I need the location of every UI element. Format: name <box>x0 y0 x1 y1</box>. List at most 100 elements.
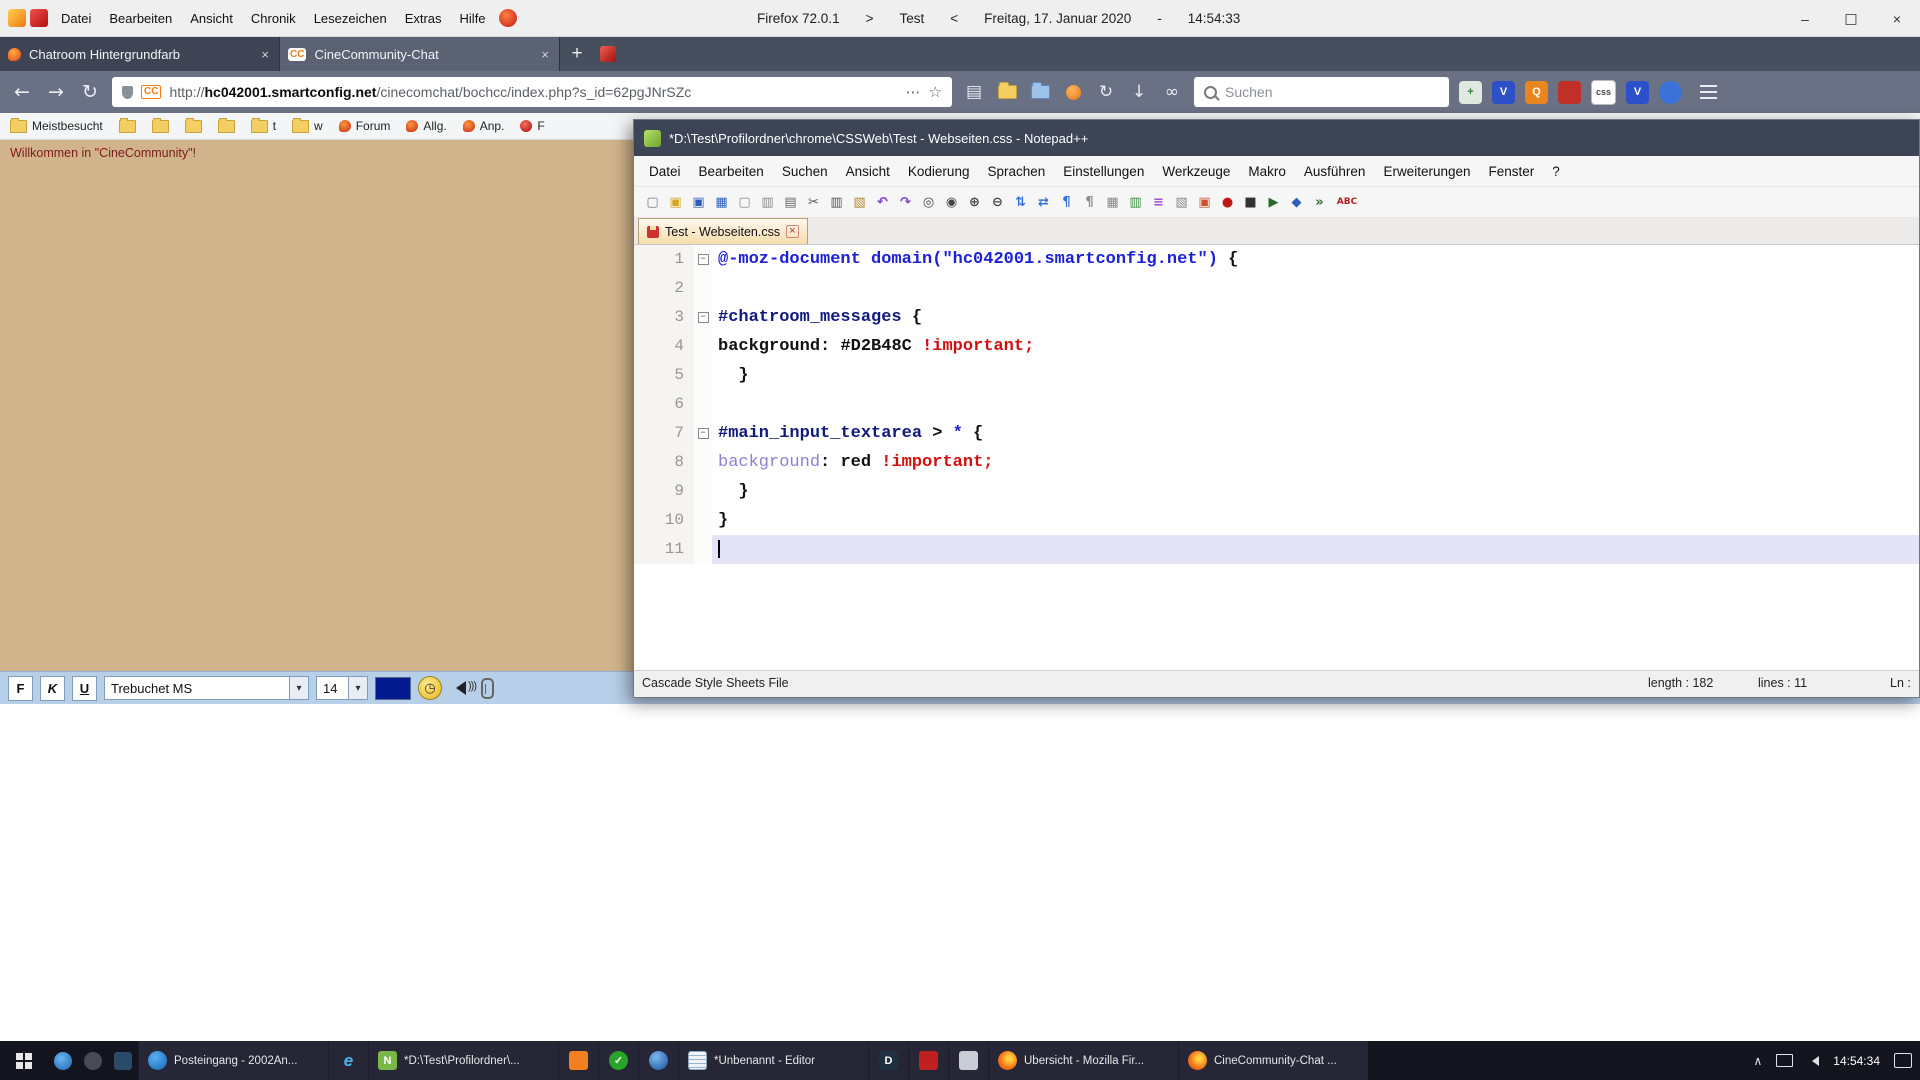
sync-icon[interactable]: ↻ <box>1094 80 1118 104</box>
tracking-protection-icon[interactable] <box>122 86 133 99</box>
orange-circle-icon[interactable] <box>1061 80 1085 104</box>
folder-icon[interactable] <box>995 80 1019 104</box>
quick-launch-browser-icon[interactable] <box>48 1041 78 1080</box>
start-button[interactable] <box>0 1041 48 1080</box>
url-text[interactable]: http://hc042001.smartconfig.net/cinecomc… <box>169 84 897 100</box>
menubar-item[interactable]: Datei <box>52 7 100 30</box>
redo-icon[interactable]: ↷ <box>895 192 916 213</box>
doc-map-icon[interactable]: ▥ <box>1125 192 1146 213</box>
save-icon[interactable]: ▣ <box>688 192 709 213</box>
bookmark-item[interactable] <box>218 120 235 133</box>
reload-button[interactable]: ↻ <box>78 81 102 103</box>
folder-blue-icon[interactable] <box>1028 80 1052 104</box>
back-button[interactable]: ← <box>10 81 34 103</box>
show-symbols-icon[interactable]: ¶ <box>1079 192 1100 213</box>
taskbar-button[interactable] <box>908 1041 948 1080</box>
sound-icon[interactable] <box>449 681 466 695</box>
stop-macro-icon[interactable]: ■ <box>1240 192 1261 213</box>
fold-toggle-icon[interactable]: − <box>698 428 709 439</box>
tab-close-icon[interactable]: × <box>259 47 271 62</box>
bookmark-item[interactable]: Allg. <box>406 119 446 133</box>
code-line[interactable]: 6 <box>634 390 1919 419</box>
notepadpp-menu-item[interactable]: Sprachen <box>978 160 1054 183</box>
new-tab-button[interactable]: + <box>560 37 594 71</box>
sync-horizontal-icon[interactable]: ⇄ <box>1033 192 1054 213</box>
ext-green-icon[interactable]: + <box>1459 81 1482 104</box>
display-icon[interactable] <box>1776 1054 1793 1067</box>
tab-close-icon[interactable]: × <box>786 225 798 238</box>
replace-icon[interactable]: ◉ <box>941 192 962 213</box>
menubar-item[interactable]: Bearbeiten <box>100 7 181 30</box>
spell-check-icon[interactable]: ABC <box>1332 192 1362 213</box>
editor-tab[interactable]: Test - Webseiten.css × <box>638 218 808 244</box>
close-button[interactable]: × <box>1874 0 1920 37</box>
notepadpp-menu-item[interactable]: Bearbeiten <box>690 160 773 183</box>
code-line[interactable]: 5 } <box>634 361 1919 390</box>
notepadpp-menu-item[interactable]: Makro <box>1239 160 1295 183</box>
notepadpp-menu-item[interactable]: Kodierung <box>899 160 979 183</box>
search-bar[interactable]: Suchen <box>1194 77 1449 107</box>
clock-icon[interactable]: ◷ <box>418 676 442 700</box>
taskbar-button[interactable]: N*D:\Test\Profilordner\... <box>368 1041 558 1080</box>
taskbar-button[interactable]: Posteingang - 2002An... <box>138 1041 328 1080</box>
bookmark-item[interactable] <box>119 120 136 133</box>
close-file-icon[interactable]: ▢ <box>734 192 755 213</box>
menubar-item[interactable]: Ansicht <box>181 7 242 30</box>
infinity-icon[interactable]: ∞ <box>1160 80 1184 104</box>
monitoring-icon[interactable]: ▣ <box>1194 192 1215 213</box>
tabbar-extension-icon[interactable] <box>600 46 616 62</box>
code-line[interactable]: 4background: #D2B48C !important; <box>634 332 1919 361</box>
bookmark-item[interactable] <box>152 120 169 133</box>
bookmark-item[interactable]: w <box>292 119 323 133</box>
tray-chevron-icon[interactable]: ∧ <box>1753 1054 1762 1068</box>
open-file-icon[interactable]: ▣ <box>665 192 686 213</box>
menubar-item[interactable]: Chronik <box>242 7 305 30</box>
code-line[interactable]: 9 } <box>634 477 1919 506</box>
browser-tab[interactable]: CCCineCommunity-Chat× <box>280 37 560 71</box>
taskbar-button[interactable] <box>558 1041 598 1080</box>
menu-icon[interactable] <box>1700 91 1717 93</box>
quick-launch-app-icon[interactable] <box>78 1041 108 1080</box>
paste-icon[interactable]: ▧ <box>849 192 870 213</box>
sidebar-icon[interactable]: ▤ <box>962 80 986 104</box>
firefox-page-icon[interactable] <box>8 9 26 27</box>
code-line[interactable]: 10} <box>634 506 1919 535</box>
find-icon[interactable]: ◎ <box>918 192 939 213</box>
code-line[interactable]: 11 <box>634 535 1919 564</box>
fold-toggle-icon[interactable]: − <box>698 312 709 323</box>
browser-tab[interactable]: Chatroom Hintergrundfarb× <box>0 37 280 71</box>
extension-button-icon[interactable] <box>30 9 48 27</box>
cut-icon[interactable]: ✂ <box>803 192 824 213</box>
copy-icon[interactable]: ▥ <box>826 192 847 213</box>
code-line[interactable]: 7−#main_input_textarea > * { <box>634 419 1919 448</box>
page-actions-icon[interactable]: ⋯ <box>906 83 921 101</box>
taskbar-button[interactable] <box>638 1041 678 1080</box>
url-bar[interactable]: CC http://hc042001.smartconfig.net/cinec… <box>112 77 952 107</box>
taskbar-button[interactable]: D <box>868 1041 908 1080</box>
tray-clock[interactable]: 14:54:34 <box>1833 1054 1880 1068</box>
maximize-button[interactable]: □ <box>1828 0 1874 37</box>
bookmark-item[interactable]: Forum <box>339 119 391 133</box>
record-macro-icon[interactable]: ● <box>1217 192 1238 213</box>
forward-button[interactable]: → <box>44 81 68 103</box>
sync-vertical-icon[interactable]: ⇅ <box>1010 192 1031 213</box>
function-list-icon[interactable]: ≡ <box>1148 192 1169 213</box>
notepadpp-titlebar[interactable]: *D:\Test\Profilordner\chrome\CSSWeb\Test… <box>634 120 1919 156</box>
minimize-button[interactable]: – <box>1782 0 1828 37</box>
volume-icon[interactable] <box>1807 1056 1819 1066</box>
bookmark-item[interactable]: t <box>251 119 276 133</box>
play-macro-icon[interactable]: ▶ <box>1263 192 1284 213</box>
ext-q-orange-icon[interactable]: Q <box>1525 81 1548 104</box>
underline-button[interactable]: U <box>72 676 97 701</box>
code-line[interactable]: 2 <box>634 274 1919 303</box>
italic-button[interactable]: K <box>40 676 65 701</box>
notepadpp-menu-item[interactable]: Fenster <box>1480 160 1544 183</box>
tab-close-icon[interactable]: × <box>539 47 551 62</box>
undo-icon[interactable]: ↶ <box>872 192 893 213</box>
notepadpp-menu-item[interactable]: Erweiterungen <box>1374 160 1479 183</box>
menubar-item[interactable]: Extras <box>396 7 451 30</box>
notepadpp-menu-item[interactable]: Datei <box>640 160 690 183</box>
ext-v-blue-icon[interactable]: V <box>1492 81 1515 104</box>
print-icon[interactable]: ▤ <box>780 192 801 213</box>
zoom-in-icon[interactable]: ⊕ <box>964 192 985 213</box>
